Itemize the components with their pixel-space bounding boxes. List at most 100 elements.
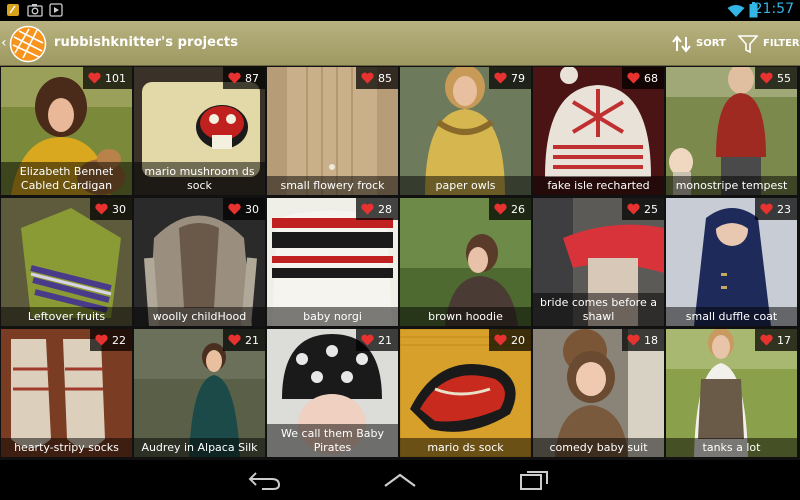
notification-app-icon (7, 4, 19, 16)
likes-count: 28 (378, 202, 392, 216)
likes-count: 21 (378, 333, 392, 347)
heart-icon (228, 72, 241, 84)
heart-icon (494, 203, 507, 215)
project-name: tanks a lot (666, 438, 797, 457)
project-name: paper owls (400, 176, 531, 195)
sort-arrows-icon (672, 34, 691, 53)
likes-count: 87 (245, 71, 259, 85)
likes-badge: 79 (489, 67, 531, 89)
likes-count: 18 (644, 333, 658, 347)
likes-count: 17 (777, 333, 791, 347)
project-name: We call them Baby Pirates (267, 424, 398, 457)
project-tile[interactable]: 85 small flowery frock (267, 67, 398, 195)
likes-badge: 85 (356, 67, 398, 89)
likes-badge: 17 (755, 329, 797, 351)
heart-icon (361, 72, 374, 84)
heart-icon (361, 334, 374, 346)
likes-badge: 21 (356, 329, 398, 351)
home-icon[interactable] (383, 472, 417, 488)
likes-count: 30 (112, 202, 126, 216)
likes-count: 20 (511, 333, 525, 347)
project-name: Leftover fruits (1, 307, 132, 326)
heart-icon (627, 334, 640, 346)
project-name: small duffle coat (666, 307, 797, 326)
camera-icon (27, 4, 43, 17)
ravelry-logo-icon[interactable] (9, 25, 47, 63)
project-tile[interactable]: 28 baby norgi (267, 198, 398, 326)
likes-badge: 101 (83, 67, 132, 89)
project-tile[interactable]: 18 comedy baby suit (533, 329, 664, 457)
likes-badge: 18 (622, 329, 664, 351)
heart-icon (228, 334, 241, 346)
sort-button[interactable]: SORT (672, 21, 726, 66)
project-name: Elizabeth Bennet Cabled Cardigan (1, 162, 132, 195)
project-tile[interactable]: 25 bride comes before a shawl (533, 198, 664, 326)
likes-badge: 87 (223, 67, 265, 89)
heart-icon (95, 334, 108, 346)
heart-icon (760, 334, 773, 346)
likes-count: 30 (245, 202, 259, 216)
project-name: small flowery frock (267, 176, 398, 195)
project-name: monostripe tempest (666, 176, 797, 195)
likes-count: 25 (644, 202, 658, 216)
project-tile[interactable]: 17 tanks a lot (666, 329, 797, 457)
back-icon[interactable] (248, 468, 282, 492)
likes-count: 68 (644, 71, 658, 85)
project-tile[interactable]: 20 mario ds sock (400, 329, 531, 457)
heart-icon (627, 203, 640, 215)
filter-funnel-icon (738, 34, 758, 53)
system-navigation-bar (0, 460, 800, 500)
likes-badge: 30 (223, 198, 265, 220)
project-tile[interactable]: 87 mario mushroom ds sock (134, 67, 265, 195)
status-bar: 21:57 (0, 0, 800, 21)
clock: 21:57 (753, 1, 794, 17)
up-navigation-chevron-icon[interactable]: ‹ (1, 35, 7, 51)
likes-badge: 22 (90, 329, 132, 351)
likes-count: 21 (245, 333, 259, 347)
project-name: Audrey in Alpaca Silk (134, 438, 265, 457)
project-name: bride comes before a shawl (533, 293, 664, 326)
project-tile[interactable]: 68 fake isle recharted (533, 67, 664, 195)
project-tile[interactable]: 21 Audrey in Alpaca Silk (134, 329, 265, 457)
likes-count: 55 (777, 71, 791, 85)
media-play-icon (49, 3, 63, 17)
filter-button[interactable]: FILTER (738, 21, 800, 66)
likes-badge: 25 (622, 198, 664, 220)
project-tile[interactable]: 79 paper owls (400, 67, 531, 195)
heart-icon (95, 203, 108, 215)
project-tile[interactable]: 22 hearty-stripy socks (1, 329, 132, 457)
heart-icon (228, 203, 241, 215)
project-name: comedy baby suit (533, 438, 664, 457)
likes-badge: 21 (223, 329, 265, 351)
project-name: mario ds sock (400, 438, 531, 457)
projects-grid: 101 Elizabeth Bennet Cabled Cardigan 87 … (0, 66, 800, 460)
project-tile[interactable]: 26 brown hoodie (400, 198, 531, 326)
sort-label: SORT (696, 38, 726, 49)
likes-badge: 55 (755, 67, 797, 89)
likes-count: 85 (378, 71, 392, 85)
heart-icon (494, 334, 507, 346)
project-name: hearty-stripy socks (1, 438, 132, 457)
likes-badge: 26 (489, 198, 531, 220)
likes-badge: 30 (90, 198, 132, 220)
likes-badge: 23 (755, 198, 797, 220)
recent-apps-icon[interactable] (520, 469, 550, 491)
project-tile[interactable]: 23 small duffle coat (666, 198, 797, 326)
project-tile[interactable]: 55 monostripe tempest (666, 67, 797, 195)
filter-label: FILTER (763, 38, 800, 49)
likes-count: 23 (777, 202, 791, 216)
project-tile[interactable]: 101 Elizabeth Bennet Cabled Cardigan (1, 67, 132, 195)
heart-icon (494, 72, 507, 84)
likes-count: 101 (105, 71, 126, 85)
likes-badge: 28 (356, 198, 398, 220)
heart-icon (760, 203, 773, 215)
project-name: fake isle recharted (533, 176, 664, 195)
project-name: mario mushroom ds sock (134, 162, 265, 195)
project-tile[interactable]: 30 Leftover fruits (1, 198, 132, 326)
page-title: rubbishknitter's projects (54, 35, 239, 50)
project-name: baby norgi (267, 307, 398, 326)
heart-icon (627, 72, 640, 84)
likes-count: 79 (511, 71, 525, 85)
project-tile[interactable]: 21 We call them Baby Pirates (267, 329, 398, 457)
project-tile[interactable]: 30 woolly childHood (134, 198, 265, 326)
